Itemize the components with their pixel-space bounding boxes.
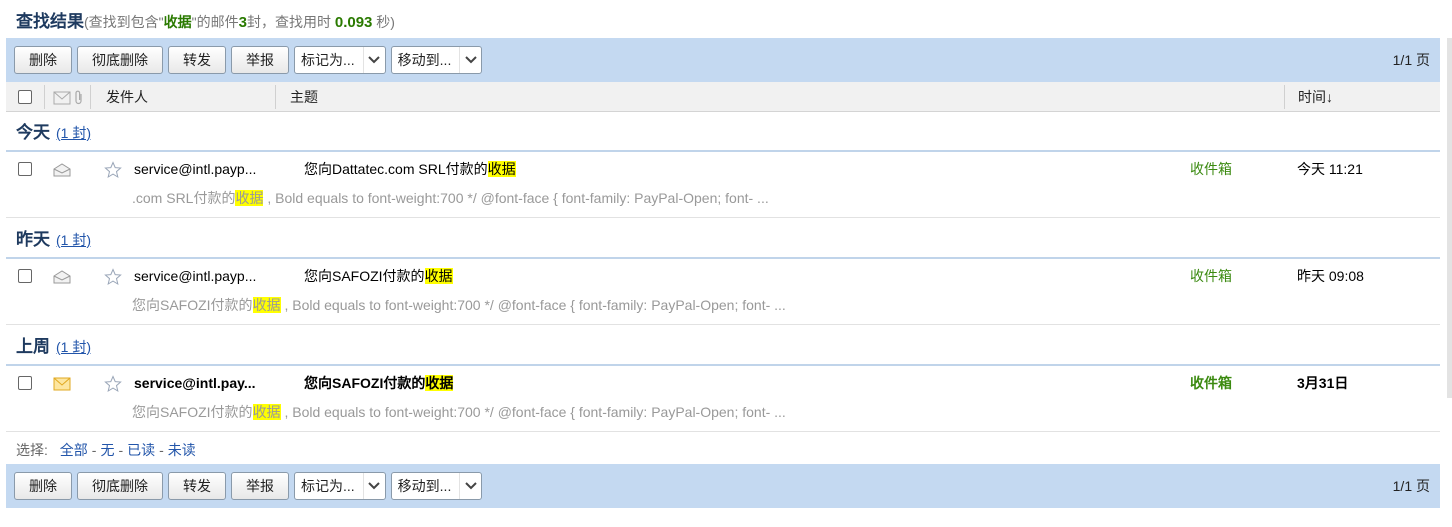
scrollbar[interactable] [1447, 38, 1452, 398]
attachment-icon [74, 82, 84, 112]
delete-forever-button[interactable]: 彻底删除 [77, 46, 163, 74]
envelope-icon [53, 82, 71, 112]
time-column-header[interactable]: 时间↓ [1298, 82, 1333, 112]
delete-button[interactable]: 删除 [14, 472, 72, 500]
search-result-title: 查找结果(查找到包含"收据"的邮件3封，查找用时 0.093 秒) [16, 10, 395, 34]
mail-checkbox[interactable] [18, 268, 32, 288]
unread-envelope-icon [53, 373, 71, 393]
top-toolbar: 删除 彻底删除 转发 举报 标记为... 移动到... 1/1 页 [6, 38, 1440, 82]
star-icon[interactable] [104, 159, 122, 179]
bottom-toolbar: 删除 彻底删除 转发 举报 标记为... 移动到... 1/1 页 [6, 464, 1440, 508]
column-header: 发件人 主题 时间↓ [6, 82, 1440, 112]
mail-time: 昨天 09:08 [1297, 268, 1364, 284]
chevron-down-icon [362, 47, 385, 73]
mail-checkbox[interactable] [18, 375, 32, 395]
read-envelope-icon [53, 159, 71, 179]
star-icon[interactable] [104, 266, 122, 286]
group-header-yesterday: 昨天 (1 封) [6, 221, 1440, 259]
group-count-link[interactable]: (1 封) [56, 232, 91, 248]
report-button[interactable]: 举报 [231, 46, 289, 74]
mail-folder[interactable]: 收件箱 [1190, 159, 1232, 179]
mail-preview[interactable]: .com SRL付款的收据 , Bold equals to font-weig… [132, 188, 769, 208]
read-envelope-icon [53, 266, 71, 286]
search-time: 0.093 [334, 14, 373, 31]
move-to-dropdown[interactable]: 移动到... [390, 472, 483, 500]
mark-as-dropdown[interactable]: 标记为... [294, 472, 386, 500]
mail-subject[interactable]: 您向Dattatec.com SRL付款的收据 [304, 159, 516, 179]
forward-button[interactable]: 转发 [168, 46, 226, 74]
group-header-today: 今天 (1 封) [6, 114, 1440, 152]
subject-column-header[interactable]: 主题 [290, 82, 318, 112]
selection-bar: 选择: 全部 - 无 - 已读 - 未读 [16, 442, 196, 458]
chevron-down-icon [459, 47, 481, 73]
mail-sender[interactable]: service@intl.pay... [134, 373, 276, 393]
chevron-down-icon [459, 473, 481, 499]
mail-sender[interactable]: service@intl.payp... [134, 266, 276, 286]
mail-row[interactable]: service@intl.pay... 您向SAFOZI付款的收据 收件箱 3月… [6, 366, 1440, 432]
mail-subject[interactable]: 您向SAFOZI付款的收据 [304, 373, 454, 393]
mail-time: 3月31日 [1297, 375, 1349, 391]
move-to-label: 移动到... [397, 52, 452, 68]
star-icon[interactable] [104, 373, 122, 393]
group-name: 昨天 [16, 230, 50, 249]
group-name: 上周 [16, 337, 50, 356]
mail-sender[interactable]: service@intl.payp... [134, 159, 276, 179]
mail-row[interactable]: service@intl.payp... 您向Dattatec.com SRL付… [6, 152, 1440, 218]
pager: 1/1 页 [1392, 52, 1430, 68]
select-none-link[interactable]: 无 [100, 442, 114, 458]
select-unread-link[interactable]: 未读 [168, 442, 196, 458]
group-name: 今天 [16, 123, 50, 142]
chevron-down-icon [362, 473, 385, 499]
mail-row[interactable]: service@intl.payp... 您向SAFOZI付款的收据 收件箱 昨… [6, 259, 1440, 325]
select-all-checkbox[interactable] [18, 90, 32, 104]
mail-preview[interactable]: 您向SAFOZI付款的收据 , Bold equals to font-weig… [132, 295, 786, 315]
delete-forever-button[interactable]: 彻底删除 [77, 472, 163, 500]
mark-as-label: 标记为... [301, 52, 355, 68]
mail-folder[interactable]: 收件箱 [1190, 373, 1232, 393]
mail-preview[interactable]: 您向SAFOZI付款的收据 , Bold equals to font-weig… [132, 402, 786, 422]
mail-checkbox[interactable] [18, 161, 32, 181]
group-count-link[interactable]: (1 封) [56, 339, 91, 355]
search-summary: (查找到包含"收据"的邮件3封，查找用时 0.093 秒) [84, 14, 395, 31]
search-keyword: 收据 [163, 14, 192, 30]
page-title: 查找结果 [16, 12, 84, 31]
mark-as-label: 标记为... [301, 478, 355, 494]
report-button[interactable]: 举报 [231, 472, 289, 500]
select-read-link[interactable]: 已读 [127, 442, 155, 458]
forward-button[interactable]: 转发 [168, 472, 226, 500]
sender-column-header[interactable]: 发件人 [106, 82, 148, 112]
result-count: 3 [238, 14, 247, 31]
move-to-label: 移动到... [397, 478, 452, 494]
selection-label: 选择: [16, 442, 48, 458]
mark-as-dropdown[interactable]: 标记为... [294, 46, 386, 74]
mail-folder[interactable]: 收件箱 [1190, 266, 1232, 286]
delete-button[interactable]: 删除 [14, 46, 72, 74]
group-header-last-week: 上周 (1 封) [6, 328, 1440, 366]
mail-subject[interactable]: 您向SAFOZI付款的收据 [304, 266, 453, 286]
move-to-dropdown[interactable]: 移动到... [390, 46, 483, 74]
select-all-link[interactable]: 全部 [60, 442, 88, 458]
group-count-link[interactable]: (1 封) [56, 125, 91, 141]
pager: 1/1 页 [1392, 478, 1430, 494]
mail-time: 今天 11:21 [1297, 161, 1363, 177]
